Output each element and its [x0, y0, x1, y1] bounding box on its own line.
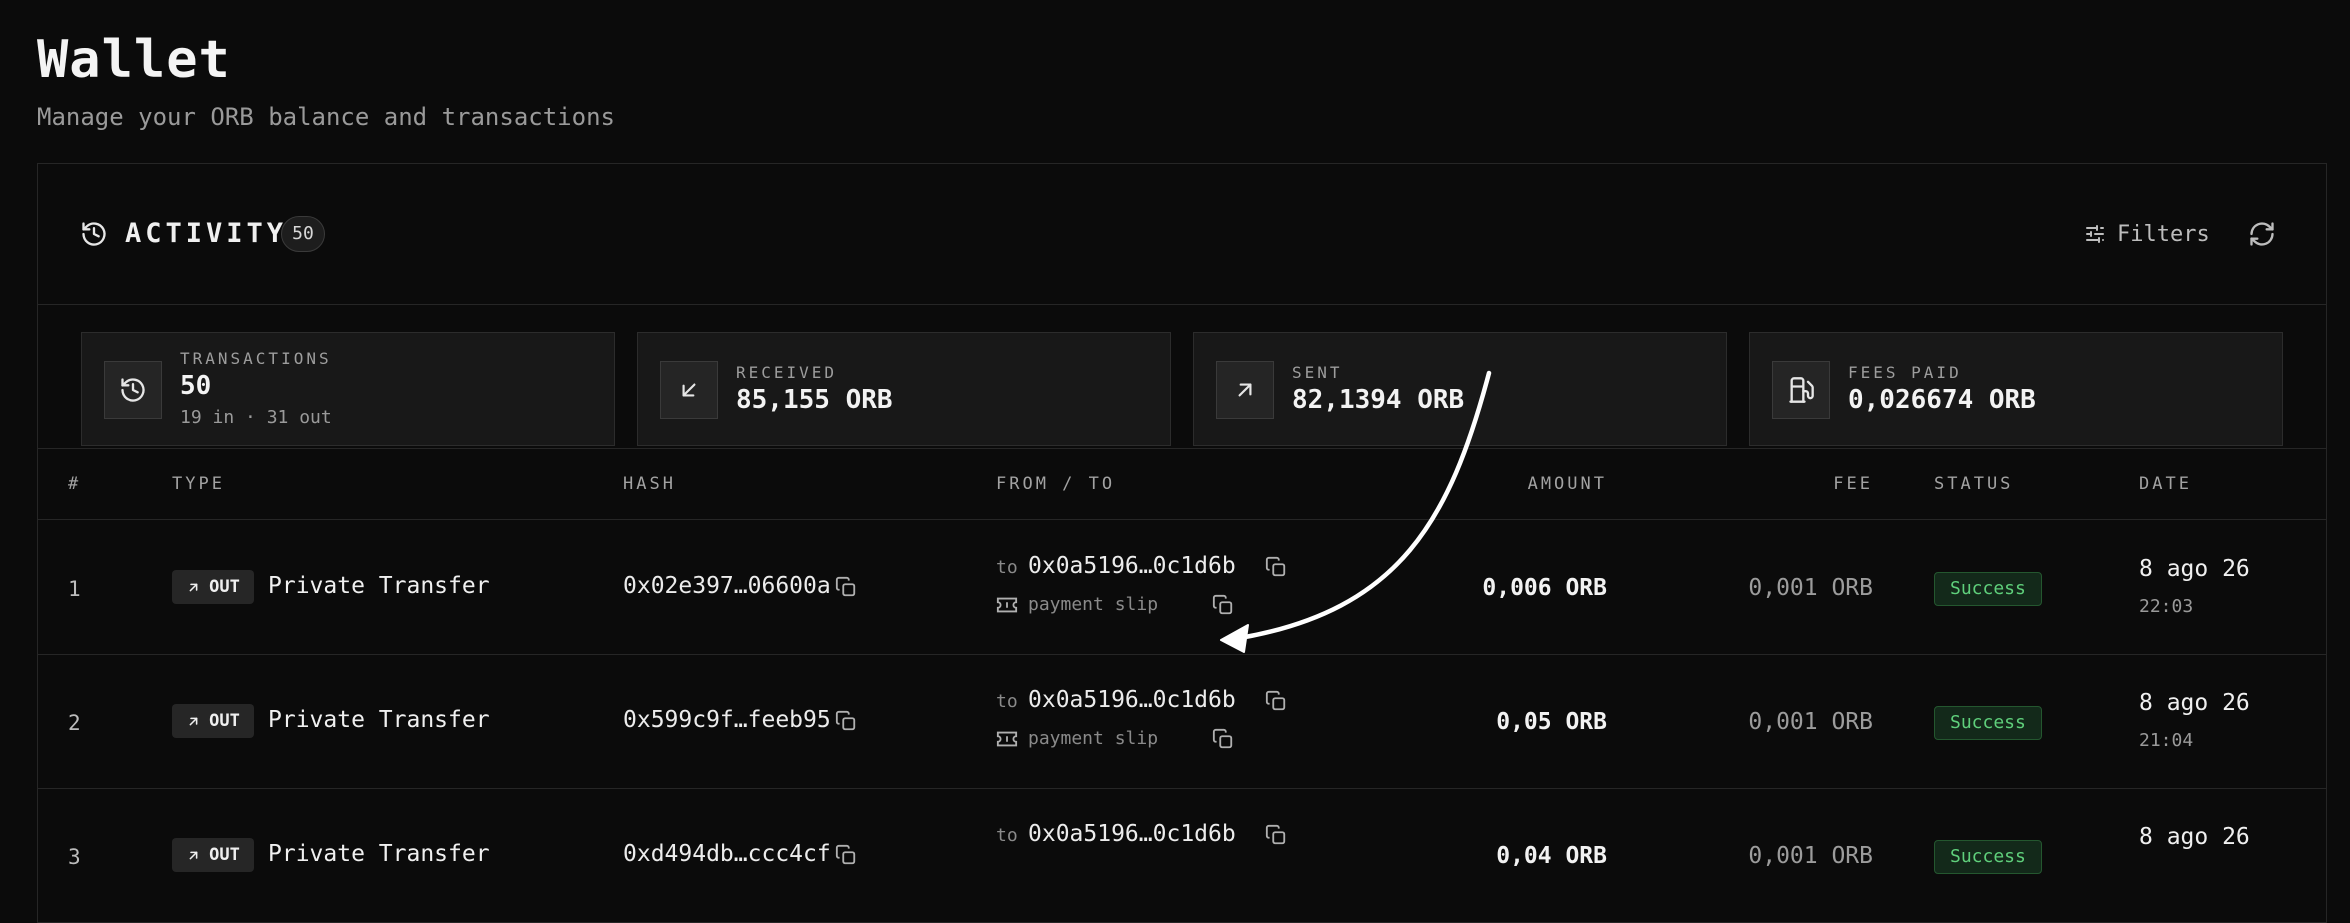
- copy-slip-icon[interactable]: [1212, 728, 1234, 750]
- stat-card-fees: FEES PAID 0,026674 ORB: [1749, 332, 2283, 446]
- col-num: #: [68, 474, 82, 494]
- time: 21:04: [2139, 730, 2194, 751]
- transaction-type: Private Transfer: [268, 573, 490, 599]
- amount: 0,006 ORB: [1482, 575, 1607, 601]
- sliders-icon: [2086, 225, 2104, 243]
- table-row[interactable]: 3 OUT Private Transfer 0xd494db…ccc4cf t…: [38, 788, 2326, 923]
- direction-badge: OUT: [172, 570, 254, 604]
- stat-value: 82,1394 ORB: [1292, 385, 1465, 415]
- col-type: TYPE: [172, 474, 225, 494]
- col-status: STATUS: [1934, 474, 2014, 494]
- fuel-icon: [1789, 377, 1814, 403]
- date: 8 ago 26: [2139, 690, 2250, 716]
- col-hash: HASH: [623, 474, 676, 494]
- transaction-type: Private Transfer: [268, 841, 490, 867]
- stat-card-received: RECEIVED 85,155 ORB: [637, 332, 1171, 446]
- stat-card-transactions: TRANSACTIONS 50 19 in · 31 out: [81, 332, 615, 446]
- stat-sub: 19 in · 31 out: [180, 407, 332, 428]
- date: 8 ago 26: [2139, 824, 2250, 850]
- col-date: DATE: [2139, 474, 2192, 494]
- copy-hash-icon[interactable]: [835, 844, 857, 866]
- status-badge: Success: [1934, 706, 2042, 740]
- time: 22:03: [2139, 596, 2194, 617]
- refresh-icon[interactable]: [2248, 220, 2276, 248]
- status-badge: Success: [1934, 572, 2042, 606]
- copy-address-icon[interactable]: [1265, 556, 1287, 578]
- direction-label: OUT: [209, 845, 240, 865]
- direction-badge: OUT: [172, 704, 254, 738]
- to-prefix: to: [996, 557, 1018, 578]
- table-row[interactable]: 2 OUT Private Transfer 0x599c9f…feeb95 t…: [38, 654, 2326, 789]
- amount: 0,04 ORB: [1496, 843, 1607, 869]
- transaction-hash[interactable]: 0x599c9f…feeb95: [623, 707, 831, 733]
- stat-label: RECEIVED: [736, 363, 838, 382]
- fee: 0,001 ORB: [1748, 843, 1873, 869]
- ticket-icon: [996, 597, 1018, 613]
- col-fee: FEE: [1833, 474, 1873, 494]
- payment-slip-link[interactable]: payment slip: [1028, 594, 1158, 615]
- arrow-up-right-icon: [189, 583, 198, 591]
- transaction-hash[interactable]: 0xd494db…ccc4cf: [623, 841, 831, 867]
- stat-label: FEES PAID: [1848, 363, 1962, 382]
- fee: 0,001 ORB: [1748, 575, 1873, 601]
- activity-header: ACTIVITY 50 Filters: [38, 164, 2326, 305]
- page-title: Wallet: [37, 30, 231, 90]
- transaction-hash[interactable]: 0x02e397…06600a: [623, 573, 831, 599]
- history-icon: [82, 222, 106, 246]
- history-icon: [121, 378, 145, 402]
- stat-value: 0,026674 ORB: [1848, 385, 2036, 415]
- copy-address-icon[interactable]: [1265, 824, 1287, 846]
- activity-title: ACTIVITY: [125, 218, 288, 249]
- stat-value: 50: [180, 371, 212, 401]
- to-prefix: to: [996, 691, 1018, 712]
- copy-hash-icon[interactable]: [835, 710, 857, 732]
- table-row[interactable]: 1 OUT Private Transfer 0x02e397…06600a t…: [38, 520, 2326, 655]
- stats-row: TRANSACTIONS 50 19 in · 31 out RECEIVED …: [38, 305, 2326, 449]
- stat-value: 85,155 ORB: [736, 385, 893, 415]
- stat-label: SENT: [1292, 363, 1343, 382]
- ticket-icon: [996, 731, 1018, 747]
- stat-label: TRANSACTIONS: [180, 349, 332, 368]
- activity-count-badge: 50: [281, 216, 325, 252]
- table-header: # TYPE HASH FROM / TO AMOUNT FEE STATUS …: [38, 449, 2326, 520]
- arrow-up-right-icon: [189, 851, 198, 859]
- recipient-address[interactable]: 0x0a5196…0c1d6b: [1028, 821, 1236, 847]
- copy-hash-icon[interactable]: [835, 576, 857, 598]
- page-header: Wallet Manage your ORB balance and trans…: [37, 28, 615, 132]
- row-number: 2: [68, 711, 81, 735]
- col-from-to: FROM / TO: [996, 474, 1116, 494]
- arrow-up-right-icon: [1238, 383, 1252, 397]
- activity-panel: ACTIVITY 50 Filters TRANSACTIONS 50 19 i…: [37, 163, 2327, 923]
- direction-label: OUT: [209, 711, 240, 731]
- copy-address-icon[interactable]: [1265, 690, 1287, 712]
- arrow-up-right-icon: [189, 717, 198, 725]
- page-subtitle: Manage your ORB balance and transactions: [37, 103, 615, 131]
- arrow-down-left-icon: [682, 383, 696, 397]
- status-badge: Success: [1934, 840, 2042, 874]
- to-prefix: to: [996, 825, 1018, 846]
- filters-button[interactable]: Filters: [2083, 216, 2210, 252]
- col-amount: AMOUNT: [1527, 474, 1607, 494]
- direction-label: OUT: [209, 577, 240, 597]
- date: 8 ago 26: [2139, 556, 2250, 582]
- transaction-type: Private Transfer: [268, 707, 490, 733]
- stat-card-sent: SENT 82,1394 ORB: [1193, 332, 1727, 446]
- recipient-address[interactable]: 0x0a5196…0c1d6b: [1028, 553, 1236, 579]
- row-number: 1: [68, 577, 81, 601]
- recipient-address[interactable]: 0x0a5196…0c1d6b: [1028, 687, 1236, 713]
- row-number: 3: [68, 845, 81, 869]
- payment-slip-link[interactable]: payment slip: [1028, 728, 1158, 749]
- amount: 0,05 ORB: [1496, 709, 1607, 735]
- filters-label: Filters: [2117, 221, 2210, 247]
- fee: 0,001 ORB: [1748, 709, 1873, 735]
- copy-slip-icon[interactable]: [1212, 594, 1234, 616]
- direction-badge: OUT: [172, 838, 254, 872]
